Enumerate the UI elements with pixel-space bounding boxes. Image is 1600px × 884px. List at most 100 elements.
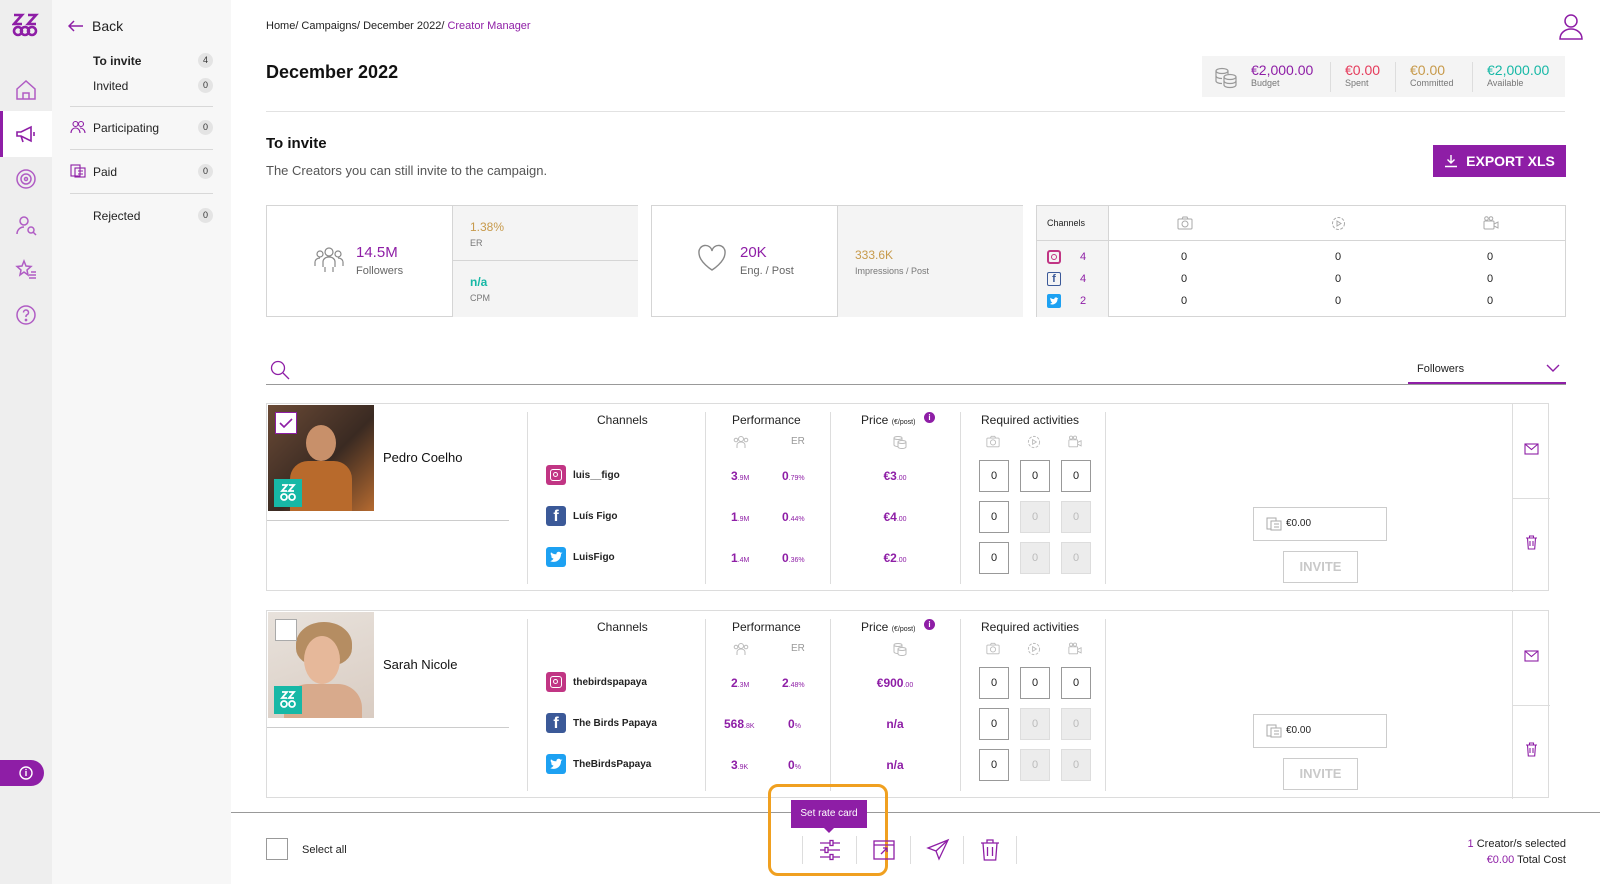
followers-unit: .9K bbox=[737, 764, 749, 771]
user-search-icon[interactable] bbox=[14, 213, 38, 237]
trash-icon[interactable] bbox=[1525, 535, 1538, 550]
breadcrumb-campaigns[interactable]: Campaigns/ bbox=[301, 20, 360, 32]
performance-header: Performance bbox=[732, 620, 801, 634]
platform-badge-icon bbox=[274, 686, 302, 714]
nav-item-to-invite[interactable]: To invite 4 bbox=[93, 53, 213, 68]
sort-select[interactable]: Followers bbox=[1408, 354, 1566, 384]
price-info-icon[interactable]: i bbox=[924, 619, 935, 630]
activity-video-input: 0 bbox=[1061, 542, 1091, 574]
megaphone-icon[interactable] bbox=[14, 122, 38, 146]
activity-story-input: 0 bbox=[1020, 749, 1050, 781]
channel-price[interactable]: €4.00 bbox=[865, 510, 925, 524]
heart-icon bbox=[698, 244, 726, 271]
spent-label: Spent bbox=[1345, 78, 1369, 88]
select-all-label: Select all bbox=[302, 844, 347, 856]
trash-icon[interactable] bbox=[979, 838, 1001, 862]
facebook-icon: f bbox=[546, 713, 566, 733]
target-icon[interactable] bbox=[14, 167, 38, 191]
price-main: n/a bbox=[886, 717, 904, 731]
total-price-value: €0.00 bbox=[1286, 518, 1312, 529]
trash-icon[interactable] bbox=[1525, 742, 1538, 757]
channel-handle[interactable]: thebirdspapaya bbox=[573, 677, 647, 688]
channel-handle[interactable]: The Birds Papaya bbox=[573, 718, 657, 729]
channel-handle[interactable]: Luís Figo bbox=[573, 511, 617, 522]
invite-button[interactable]: INVITE bbox=[1283, 758, 1358, 790]
er-unit: % bbox=[794, 723, 801, 730]
nav-divider bbox=[70, 106, 213, 107]
channel-followers: 3.9M bbox=[731, 469, 749, 483]
page-title: December 2022 bbox=[266, 62, 399, 82]
select-all-checkbox[interactable] bbox=[266, 838, 288, 860]
followers-stats-card: 14.5M Followers 1.38% ER n/a CPM bbox=[266, 205, 638, 317]
mail-icon[interactable] bbox=[1524, 443, 1539, 455]
send-brief-icon[interactable] bbox=[872, 838, 896, 862]
channel-handle[interactable]: TheBirdsPapaya bbox=[573, 759, 651, 770]
divider bbox=[1105, 619, 1106, 791]
activity-video-input: 0 bbox=[1061, 749, 1091, 781]
help-icon[interactable] bbox=[14, 303, 38, 327]
activity-photo-input[interactable]: 0 bbox=[979, 460, 1009, 492]
channel-price[interactable]: €3.00 bbox=[865, 469, 925, 483]
paper-plane-icon[interactable] bbox=[926, 838, 950, 862]
divider bbox=[267, 520, 509, 521]
sort-select-value: Followers bbox=[1417, 363, 1465, 375]
channel-price[interactable]: €2.00 bbox=[865, 551, 925, 565]
creator-name[interactable]: Pedro Coelho bbox=[383, 450, 463, 465]
activity-photo-input[interactable]: 0 bbox=[979, 542, 1009, 574]
channel-price[interactable]: n/a bbox=[865, 717, 925, 731]
activity-photo-input[interactable]: 0 bbox=[979, 708, 1009, 740]
invite-button[interactable]: INVITE bbox=[1283, 551, 1358, 583]
er-unit: .48% bbox=[788, 682, 805, 689]
creator-name[interactable]: Sarah Nicole bbox=[383, 657, 457, 672]
creator-checkbox[interactable] bbox=[275, 619, 297, 641]
back-link[interactable]: Back bbox=[68, 17, 123, 35]
divider bbox=[1512, 705, 1550, 706]
nav-item-rejected[interactable]: Rejected 0 bbox=[93, 208, 213, 223]
set-rate-card-tooltip: Set rate card bbox=[791, 800, 867, 828]
price-cents: .00 bbox=[903, 682, 914, 689]
creator-checkbox[interactable] bbox=[275, 412, 297, 434]
channel-price[interactable]: n/a bbox=[865, 758, 925, 772]
er-value: 1.38% bbox=[470, 220, 505, 234]
divider bbox=[1512, 498, 1550, 499]
activity-photo-input[interactable]: 0 bbox=[979, 749, 1009, 781]
info-tab[interactable] bbox=[0, 760, 44, 786]
rate-card-sliders-icon[interactable] bbox=[818, 838, 842, 862]
nav-count-badge: 0 bbox=[198, 120, 213, 135]
total-price-field[interactable]: €0.00 bbox=[1253, 714, 1387, 748]
star-list-icon[interactable] bbox=[14, 258, 38, 282]
activity-story-input[interactable]: 0 bbox=[1020, 460, 1050, 492]
activity-video-input[interactable]: 0 bbox=[1061, 460, 1091, 492]
divider bbox=[963, 836, 964, 864]
activity-photo-input[interactable]: 0 bbox=[979, 501, 1009, 533]
er-unit: .79% bbox=[788, 475, 805, 482]
followers-icon bbox=[733, 643, 749, 655]
user-profile-icon[interactable] bbox=[1558, 12, 1584, 40]
channel-price[interactable]: €900.00 bbox=[865, 676, 925, 690]
app-logo[interactable] bbox=[12, 12, 40, 38]
breadcrumb-home[interactable]: Home/ bbox=[266, 20, 298, 32]
mail-icon[interactable] bbox=[1524, 650, 1539, 662]
channel-count: 2 bbox=[1080, 295, 1087, 307]
divider bbox=[1395, 62, 1396, 92]
activity-story-input[interactable]: 0 bbox=[1020, 667, 1050, 699]
activity-story-input: 0 bbox=[1020, 501, 1050, 533]
search-input[interactable] bbox=[266, 354, 1406, 384]
channel-handle[interactable]: luis__figo bbox=[573, 470, 620, 481]
home-icon[interactable] bbox=[14, 78, 38, 102]
price-info-icon[interactable]: i bbox=[924, 412, 935, 423]
divider bbox=[830, 619, 831, 791]
followers-unit: .9M bbox=[737, 516, 750, 523]
selected-count-line: 1 Creator/s selected bbox=[1468, 836, 1566, 852]
activity-video-input[interactable]: 0 bbox=[1061, 667, 1091, 699]
bulk-action-bar bbox=[231, 812, 1600, 884]
story-icon bbox=[1332, 217, 1345, 230]
activity-photo-input[interactable]: 0 bbox=[979, 667, 1009, 699]
channel-handle[interactable]: LuisFigo bbox=[573, 552, 615, 563]
export-xls-button[interactable]: EXPORT XLS bbox=[1433, 145, 1566, 177]
nav-item-invited[interactable]: Invited 0 bbox=[93, 78, 213, 93]
activity-story-input: 0 bbox=[1020, 708, 1050, 740]
total-price-field[interactable]: €0.00 bbox=[1253, 507, 1387, 541]
breadcrumb-campaign[interactable]: December 2022/ bbox=[363, 20, 444, 32]
er-main: 2 bbox=[782, 676, 789, 690]
